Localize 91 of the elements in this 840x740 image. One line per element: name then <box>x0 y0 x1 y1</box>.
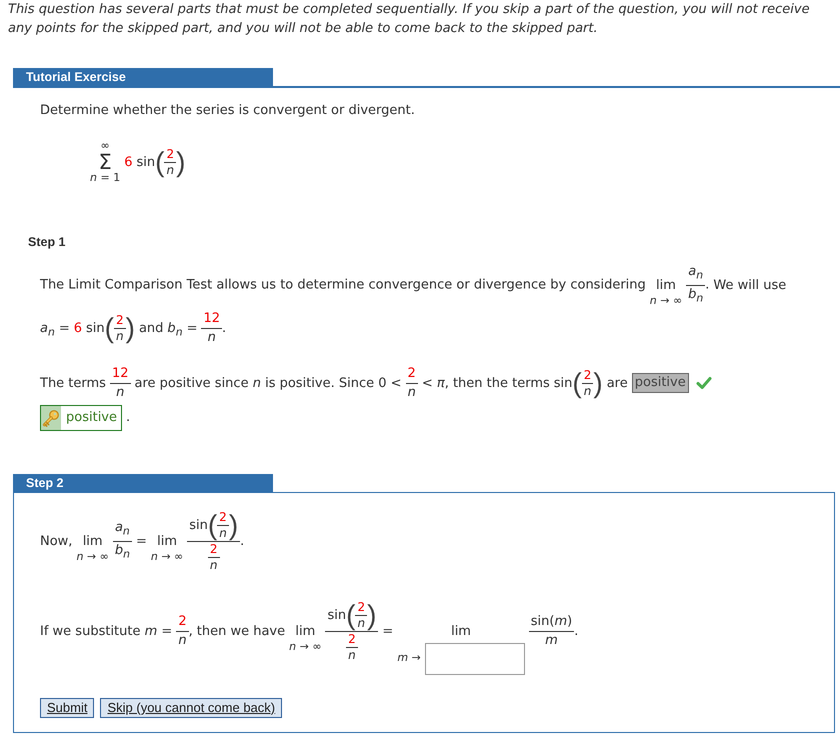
parenthesis: ) <box>126 312 135 344</box>
math-variable: n <box>348 648 356 662</box>
math-constant: 12 <box>112 366 129 381</box>
answer-key-text: positive <box>65 408 118 427</box>
parenthesis: ( <box>346 599 356 630</box>
limit-operator: lim <box>295 622 316 641</box>
math-variable: a$_{n}$ <box>40 320 55 336</box>
math-variable: n <box>116 384 124 400</box>
question-text: . <box>126 410 130 426</box>
math-constant: 2 <box>166 146 174 160</box>
punctuation-mark: . <box>222 320 226 336</box>
limit-operator: lim <box>656 276 676 295</box>
limit-subscript: n → ∞ <box>650 294 682 307</box>
punctuation-mark: . <box>705 278 710 293</box>
punctuation-mark: , <box>188 624 193 639</box>
math-operator: = <box>382 624 394 639</box>
question-text: We will use <box>713 278 786 293</box>
math-operator: = <box>136 534 147 549</box>
limit-operator: lim <box>157 532 177 551</box>
math-variable: n <box>408 384 416 400</box>
parenthesis: ) <box>228 509 238 540</box>
math-variable: n <box>357 616 366 630</box>
question-text: and <box>138 320 164 336</box>
question-text: sin(m) <box>530 614 572 629</box>
parenthesis: ) <box>593 367 603 398</box>
submit-button[interactable]: Submit <box>40 698 94 718</box>
math-constant: 2 <box>210 542 218 556</box>
math-variable: b$_{n}$ <box>114 542 130 558</box>
summation-sign: Σ <box>98 152 112 172</box>
limit-subscript: n → ∞ <box>150 550 184 563</box>
summation-index: n = 1 <box>90 171 120 184</box>
math-constant: 6 <box>74 320 82 336</box>
math-constant: 6 <box>124 154 132 170</box>
math-variable: n <box>166 162 174 176</box>
math-constant: 2 <box>357 600 366 614</box>
parenthesis: ) <box>367 599 376 630</box>
math-variable: n <box>178 632 187 648</box>
punctuation-mark: . <box>240 534 244 549</box>
question-text: If we substitute m = <box>40 624 172 639</box>
math-constant: 2 <box>116 312 124 327</box>
parenthesis: ( <box>572 367 582 398</box>
math-variable: n <box>116 328 124 343</box>
math-variable: n <box>219 526 227 540</box>
parenthesis: ( <box>208 509 218 540</box>
key-icon <box>41 406 61 430</box>
section-header: Tutorial Exercise <box>13 68 273 86</box>
skip-button[interactable]: Skip (you cannot come back) <box>100 698 282 718</box>
function-name: sin <box>136 154 156 170</box>
function-name: sin <box>554 376 572 391</box>
math-variable: b$_{n}$ <box>167 320 183 336</box>
limit-subscript: n → ∞ <box>289 640 322 653</box>
math-variable: n <box>208 330 216 345</box>
parenthesis: ( <box>104 312 114 344</box>
math-constant: 2 <box>219 510 227 524</box>
parenthesis: ( <box>155 146 164 177</box>
math-constant: 2 <box>584 368 592 382</box>
instructions-text: This question has several parts that must be completed sequentially. If you skip a part of the question, you will not receive any points for the skipped part, and you will not be able to come back to the skipped part. <box>7 1 811 38</box>
math-constant: 2 <box>178 614 187 629</box>
math-variable: a$_{n}$ <box>114 520 130 536</box>
step-header: Step 2 <box>13 474 273 492</box>
summation-bound: ∞ <box>100 139 110 152</box>
function-name: sin <box>86 320 105 336</box>
function-name: sin <box>189 518 208 533</box>
question-text: Now, <box>40 534 72 549</box>
question-text: then we have <box>196 624 286 639</box>
question-text: are positive since n is positive. Since 0 < <box>134 376 402 391</box>
math-variable: b$_{n}$ <box>688 286 704 302</box>
answer-field[interactable] <box>424 642 525 675</box>
math-constant: 12 <box>203 310 220 326</box>
limit-operator: lim <box>451 622 471 641</box>
math-variable: n <box>210 558 218 572</box>
limit-subscript: m → <box>397 652 421 664</box>
submitted-answer: positive <box>632 373 689 394</box>
parenthesis: ) <box>176 146 186 177</box>
math-constant: 2 <box>408 366 416 381</box>
question-text: Determine whether the series is convergent or divergent. <box>40 102 416 120</box>
math-operator: = <box>186 320 198 336</box>
function-name: sin <box>327 608 346 623</box>
limit-operator: lim <box>82 532 103 551</box>
limit-subscript: n → ∞ <box>76 550 109 563</box>
question-text: The terms <box>40 376 106 391</box>
math-variable: m <box>545 632 558 648</box>
question-text: are <box>606 376 628 391</box>
math-variable: a$_{n}$ <box>688 264 704 279</box>
step-title: Step 1 <box>27 234 67 250</box>
math-operator: = <box>58 320 70 336</box>
math-constant: 2 <box>348 632 356 646</box>
question-text: < π, then the terms <box>422 376 550 391</box>
math-variable: n <box>584 384 592 398</box>
punctuation-mark: . <box>574 624 578 639</box>
question-text: The Limit Comparison Test allows us to determine convergence or divergence by considering <box>40 278 646 293</box>
